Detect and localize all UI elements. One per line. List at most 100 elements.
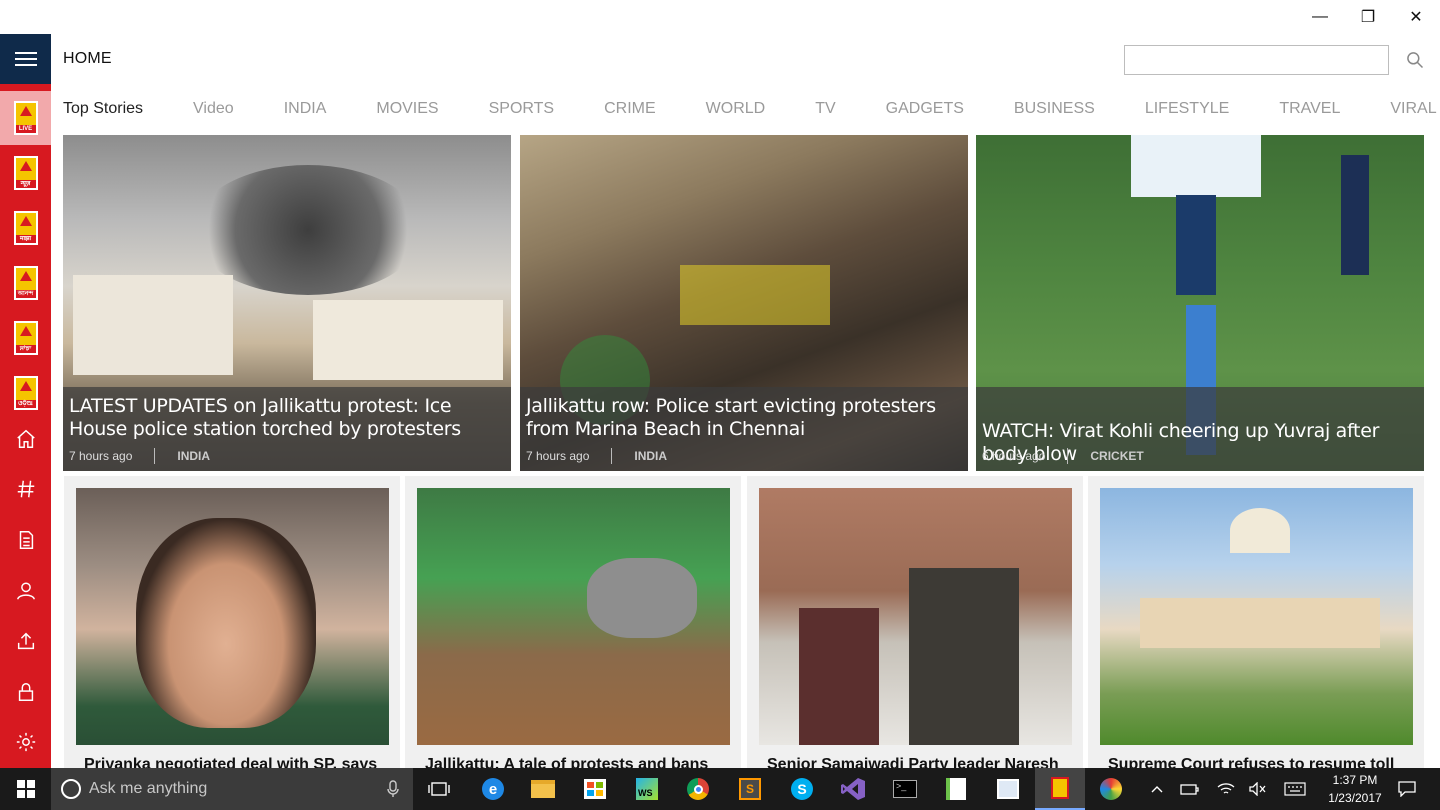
logo-label: न्यूज़	[15, 180, 36, 188]
abp-majha-logo: माझा	[13, 211, 38, 245]
show-hidden-icons-icon[interactable]	[1145, 768, 1169, 810]
tab-viral-sach[interactable]: VIRAL SACH	[1390, 100, 1440, 124]
top-story-card[interactable]: LATEST UPDATES on Jallikattu protest: Ic…	[63, 135, 511, 471]
home-icon[interactable]	[0, 412, 51, 466]
clock-date: 1/23/2017	[1328, 791, 1382, 805]
edge-browser-icon[interactable]: e	[468, 768, 518, 810]
volume-muted-icon[interactable]	[1244, 768, 1272, 810]
story-meta: 6 hours ago CRICKET	[982, 448, 1144, 464]
sidebar: LIVE न्यूज़ माझा আনন্দ ਸਾਂਝਾ ଓଡ଼ିଆ	[0, 34, 51, 768]
tab-business[interactable]: BUSINESS	[1014, 100, 1095, 124]
story-image	[76, 488, 389, 745]
story-title: Jallikattu row: Police start evicting pr…	[526, 395, 936, 440]
lock-icon[interactable]	[0, 665, 51, 719]
story-image	[417, 488, 730, 745]
keyboard-icon[interactable]	[1280, 768, 1310, 810]
meta-divider	[1067, 448, 1069, 464]
battery-icon[interactable]	[1176, 768, 1204, 810]
abp-sanjha-logo: ਸਾਂਝਾ	[13, 321, 38, 355]
logo-label: ଓଡ଼ିଆ	[15, 400, 36, 408]
story-time: 6 hours ago	[982, 449, 1046, 463]
abp-ananda-logo: আনন্দ	[13, 266, 38, 300]
story-card[interactable]: Priyanka negotiated deal with SP, says	[64, 476, 400, 768]
logo-label: माझा	[15, 235, 36, 243]
search-input[interactable]	[1124, 45, 1389, 75]
story-category: INDIA	[177, 449, 211, 463]
top-story-card[interactable]: WATCH: Virat Kohli cheering up Yuvraj af…	[976, 135, 1424, 471]
tab-india[interactable]: INDIA	[284, 100, 327, 124]
sidebar-item-abp-ananda[interactable]: আনন্দ	[0, 256, 51, 310]
story-title: LATEST UPDATES on Jallikattu protest: Ic…	[69, 395, 461, 440]
user-icon[interactable]	[0, 564, 51, 618]
system-clock[interactable]: 1:37 PM 1/23/2017	[1310, 771, 1400, 807]
tab-travel[interactable]: TRAVEL	[1279, 100, 1340, 124]
story-category: INDIA	[634, 449, 668, 463]
command-prompt-icon[interactable]: >_	[880, 768, 930, 810]
logo-label: ਸਾਂਝਾ	[15, 345, 36, 353]
webstorm-icon[interactable]: WS	[622, 768, 672, 810]
photos-icon[interactable]	[983, 768, 1033, 810]
microphone-icon[interactable]	[387, 780, 399, 803]
maximize-button[interactable]: ❐	[1344, 0, 1392, 34]
tab-top-stories[interactable]: Top Stories	[63, 100, 143, 124]
story-card[interactable]: Supreme Court refuses to resume toll	[1088, 476, 1424, 768]
store-icon[interactable]	[570, 768, 620, 810]
meta-divider	[154, 448, 156, 464]
cortana-placeholder: Ask me anything	[89, 780, 208, 797]
story-card[interactable]: Jallikattu: A tale of protests and bans	[405, 476, 741, 768]
sidebar-item-abp-majha[interactable]: माझा	[0, 201, 51, 255]
sublime-text-icon[interactable]: S	[725, 768, 775, 810]
tab-tv[interactable]: TV	[815, 100, 835, 124]
action-center-icon[interactable]	[1392, 768, 1422, 810]
wifi-icon[interactable]	[1212, 768, 1240, 810]
abp-live-logo: LIVE	[13, 101, 38, 135]
task-view-icon[interactable]	[414, 768, 464, 810]
story-headline: Senior Samajwadi Party leader Naresh	[767, 756, 1059, 768]
sidebar-item-abp-sanjha[interactable]: ਸਾਂਝਾ	[0, 311, 51, 365]
tab-lifestyle[interactable]: LIFESTYLE	[1145, 100, 1229, 124]
tab-video[interactable]: Video	[193, 100, 234, 124]
story-meta: 7 hours ago INDIA	[526, 448, 667, 464]
story-caption: LATEST UPDATES on Jallikattu protest: Ic…	[63, 387, 511, 471]
logo-label: LIVE	[15, 125, 36, 133]
minimize-button[interactable]: —	[1296, 0, 1344, 34]
meta-divider	[611, 448, 613, 464]
close-button[interactable]: ✕	[1392, 0, 1440, 34]
tab-gadgets[interactable]: GADGETS	[886, 100, 964, 124]
sidebar-item-abp-live[interactable]: LIVE	[0, 91, 51, 145]
tab-sports[interactable]: SPORTS	[489, 100, 555, 124]
story-category: CRICKET	[1090, 449, 1144, 463]
abp-odia-logo: ଓଡ଼ିଆ	[13, 376, 38, 410]
share-icon[interactable]	[0, 614, 51, 668]
tab-world[interactable]: WORLD	[706, 100, 766, 124]
hamburger-menu-icon[interactable]	[0, 34, 51, 84]
logo-label: আনন্দ	[15, 290, 36, 298]
story-caption: WATCH: Virat Kohli cheering up Yuvraj af…	[976, 387, 1424, 471]
page-title: HOME	[63, 50, 112, 67]
story-headline: Priyanka negotiated deal with SP, says	[84, 756, 378, 768]
visual-studio-icon[interactable]	[828, 768, 878, 810]
document-icon[interactable]	[0, 513, 51, 567]
file-explorer-icon[interactable]	[518, 768, 568, 810]
cortana-icon	[61, 779, 81, 799]
settings-icon[interactable]	[0, 715, 51, 769]
chrome-icon[interactable]	[673, 768, 723, 810]
skype-icon[interactable]: S	[777, 768, 827, 810]
story-card[interactable]: Senior Samajwadi Party leader Naresh	[747, 476, 1083, 768]
clock-time: 1:37 PM	[1332, 773, 1378, 787]
category-tabs: Top Stories Video INDIA MOVIES SPORTS CR…	[63, 100, 1440, 124]
sidebar-item-abp-news[interactable]: न्यूज़	[0, 146, 51, 200]
windows-start-icon[interactable]	[0, 768, 51, 810]
search-icon[interactable]	[1400, 45, 1430, 75]
top-story-card[interactable]: Jallikattu row: Police start evicting pr…	[520, 135, 968, 471]
notepad-plus-icon[interactable]	[931, 768, 981, 810]
paint-icon[interactable]	[1086, 768, 1136, 810]
tab-crime[interactable]: CRIME	[604, 100, 656, 124]
cortana-search[interactable]: Ask me anything	[51, 768, 413, 810]
tab-movies[interactable]: MOVIES	[376, 100, 438, 124]
story-time: 7 hours ago	[526, 449, 590, 463]
hashtag-icon[interactable]	[0, 462, 51, 516]
story-headline: Jallikattu: A tale of protests and bans	[425, 756, 709, 768]
abp-live-app-icon[interactable]	[1035, 768, 1085, 810]
story-headline: Supreme Court refuses to resume toll	[1108, 756, 1395, 768]
